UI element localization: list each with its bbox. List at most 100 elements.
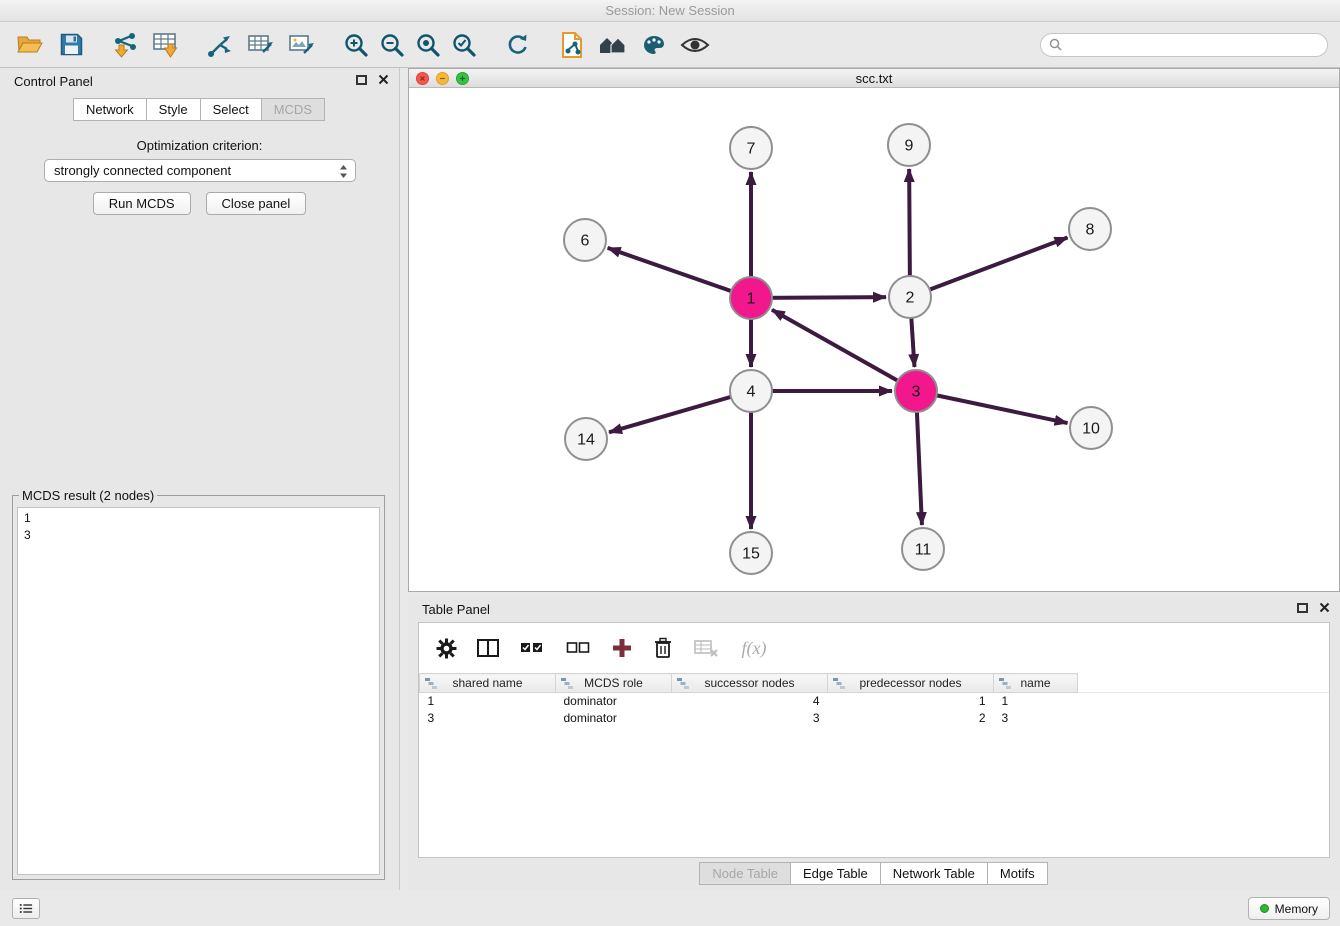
style-palette-icon [641,33,667,57]
maximize-window-button[interactable] [456,72,469,85]
search-box[interactable] [1040,33,1328,57]
table-cell[interactable]: dominator [556,693,672,710]
zoom-out-button[interactable] [374,26,410,64]
network-window-title: scc.txt [856,71,893,86]
import-network-button[interactable] [107,26,143,64]
table-cell[interactable]: 4 [672,693,828,710]
node-9[interactable]: 9 [888,124,930,166]
show-details-button[interactable] [677,26,713,64]
table-cell-filler [1078,693,1330,710]
close-table-panel-icon[interactable] [1319,602,1330,613]
node-11[interactable]: 11 [902,528,944,570]
table-cell[interactable]: 1 [994,693,1078,710]
column-header-predecessor-nodes[interactable]: predecessor nodes [828,674,994,693]
table-tab-edge-table[interactable]: Edge Table [790,862,881,885]
run-mcds-button[interactable]: Run MCDS [93,192,191,215]
float-table-panel-icon[interactable] [1297,603,1308,613]
table-tab-node-table[interactable]: Node Table [699,862,791,885]
delete-table-button[interactable] [691,629,721,667]
export-image-button[interactable] [284,26,320,64]
control-tab-network[interactable]: Network [73,98,147,121]
task-history-button[interactable] [12,898,40,919]
function-builder-button[interactable]: f(x) [737,629,771,667]
zoom-fit-button[interactable] [410,26,446,64]
node-6[interactable]: 6 [564,219,606,261]
column-header-shared-name[interactable]: shared name [420,674,556,693]
create-column-button[interactable] [609,629,635,667]
column-header-successor-nodes[interactable]: successor nodes [672,674,828,693]
table-cell[interactable]: 3 [672,710,828,727]
close-window-button[interactable] [416,72,429,85]
refresh-view-button[interactable] [500,26,536,64]
table-tab-network-table[interactable]: Network Table [880,862,988,885]
node-15[interactable]: 15 [730,532,772,574]
clone-network-button[interactable] [554,26,590,64]
table-cell-filler [1078,710,1330,727]
node-10[interactable]: 10 [1070,407,1112,449]
search-input[interactable] [1067,37,1319,53]
table-cell[interactable]: 1 [420,693,556,710]
table-row[interactable]: 3dominator323 [420,710,1330,727]
table-tab-motifs[interactable]: Motifs [987,862,1048,885]
mcds-result-text[interactable]: 1 3 [17,507,380,875]
float-panel-icon[interactable] [356,75,367,85]
optimization-dropdown[interactable]: strongly connected component [44,159,356,182]
edge-4-14[interactable] [609,391,751,432]
node-2[interactable]: 2 [889,276,931,318]
control-tab-select[interactable]: Select [200,98,262,121]
open-file-button[interactable] [12,26,48,64]
edge-3-10[interactable] [916,391,1068,423]
mcds-buttons-row: Run MCDS Close panel [0,192,399,215]
zoom-in-button[interactable] [338,26,374,64]
node-7[interactable]: 7 [730,127,772,169]
control-panel-tabs: NetworkStyleSelectMCDS [0,98,399,121]
refresh-icon [505,32,531,58]
table-cell[interactable]: 1 [828,693,994,710]
network-graph[interactable]: 7 9 6 8 1 2 4 3 14 10 15 11 [409,88,1339,591]
table-cell[interactable]: 2 [828,710,994,727]
show-columns-button[interactable] [475,629,501,667]
memory-button[interactable]: Memory [1248,897,1330,920]
node-3[interactable]: 3 [895,370,937,412]
fx-icon: f(x) [742,638,767,659]
close-panel-button[interactable]: Close panel [206,192,307,215]
memory-label: Memory [1275,902,1318,916]
table-row[interactable]: 1dominator411 [420,693,1330,710]
export-table-button[interactable] [243,26,279,64]
node-8[interactable]: 8 [1069,208,1111,250]
node-1[interactable]: 1 [730,277,772,319]
minimize-window-button[interactable] [436,72,449,85]
import-table-button[interactable] [148,26,184,64]
ndex-button[interactable] [595,26,631,64]
delete-columns-button[interactable] [651,629,675,667]
close-control-panel-icon[interactable] [378,74,389,85]
zoom-fit-icon [415,32,441,58]
save-session-button[interactable] [53,26,89,64]
svg-text:11: 11 [915,542,932,559]
minimize-window-icon [437,72,448,85]
column-header-mcds-role[interactable]: MCDS role [556,674,672,693]
control-tab-mcds[interactable]: MCDS [261,98,325,121]
column-header-name[interactable]: name [994,674,1078,693]
node-14[interactable]: 14 [565,418,607,460]
app-window: Session: New Session [0,0,1340,926]
node-4[interactable]: 4 [730,370,772,412]
gear-icon [436,638,457,659]
table-settings-button[interactable] [433,629,459,667]
plus-icon [611,637,633,659]
svg-text:14: 14 [577,432,595,449]
table-cell[interactable]: 3 [420,710,556,727]
table-panel-tabs: Node TableEdge TableNetwork TableMotifs [408,862,1340,885]
select-all-columns-button[interactable] [517,629,547,667]
edge-2-8[interactable] [910,237,1068,297]
apply-style-button[interactable] [636,26,672,64]
control-tab-style[interactable]: Style [146,98,201,121]
unselect-all-columns-button[interactable] [563,629,593,667]
table-cell[interactable]: dominator [556,710,672,727]
zoom-selected-button[interactable] [446,26,482,64]
optimization-label: Optimization criterion: [0,138,399,153]
edge-3-1[interactable] [772,310,916,391]
table-cell[interactable]: 3 [994,710,1078,727]
edge-1-6[interactable] [608,248,751,298]
new-network-button[interactable] [202,26,238,64]
